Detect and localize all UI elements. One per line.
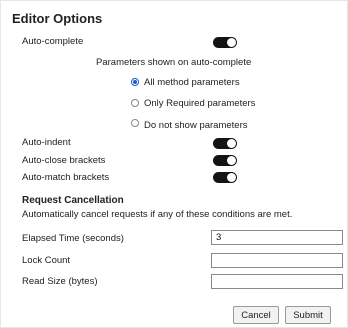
radio-do-not-show-parameters[interactable] xyxy=(131,119,139,127)
radio-label-do-not-show-parameters: Do not show parameters xyxy=(144,120,248,131)
auto-indent-toggle[interactable] xyxy=(213,138,237,149)
radio-label-only-required-parameters: Only Required parameters xyxy=(144,98,256,109)
lock-count-input[interactable] xyxy=(211,253,343,268)
auto-complete-toggle[interactable] xyxy=(213,37,237,48)
dialog-title: Editor Options xyxy=(12,11,103,26)
radio-label-all-method-parameters: All method parameters xyxy=(144,77,240,88)
submit-button[interactable]: Submit xyxy=(285,306,331,324)
read-size-input[interactable] xyxy=(211,274,343,289)
elapsed-time-label: Elapsed Time (seconds) xyxy=(22,233,124,244)
toggle-knob xyxy=(227,38,236,47)
auto-close-brackets-label: Auto-close brackets xyxy=(22,155,106,166)
toggle-knob xyxy=(227,139,236,148)
auto-match-brackets-label: Auto-match brackets xyxy=(22,172,110,183)
lock-count-label: Lock Count xyxy=(22,255,71,266)
auto-indent-label: Auto-indent xyxy=(22,137,71,148)
toggle-knob xyxy=(227,173,236,182)
auto-complete-subheading: Parameters shown on auto-complete xyxy=(96,57,252,68)
read-size-label: Read Size (bytes) xyxy=(22,276,98,287)
radio-all-method-parameters[interactable] xyxy=(131,78,139,86)
auto-close-brackets-toggle[interactable] xyxy=(213,155,237,166)
request-cancellation-heading: Request Cancellation xyxy=(22,195,124,206)
toggle-knob xyxy=(227,156,236,165)
auto-match-brackets-toggle[interactable] xyxy=(213,172,237,183)
auto-complete-label: Auto-complete xyxy=(22,36,84,47)
cancel-button[interactable]: Cancel xyxy=(233,306,279,324)
editor-options-dialog: Editor Options Auto-complete Parameters … xyxy=(0,0,348,328)
elapsed-time-input[interactable] xyxy=(211,230,343,245)
radio-only-required-parameters[interactable] xyxy=(131,99,139,107)
request-cancellation-description: Automatically cancel requests if any of … xyxy=(22,209,293,220)
